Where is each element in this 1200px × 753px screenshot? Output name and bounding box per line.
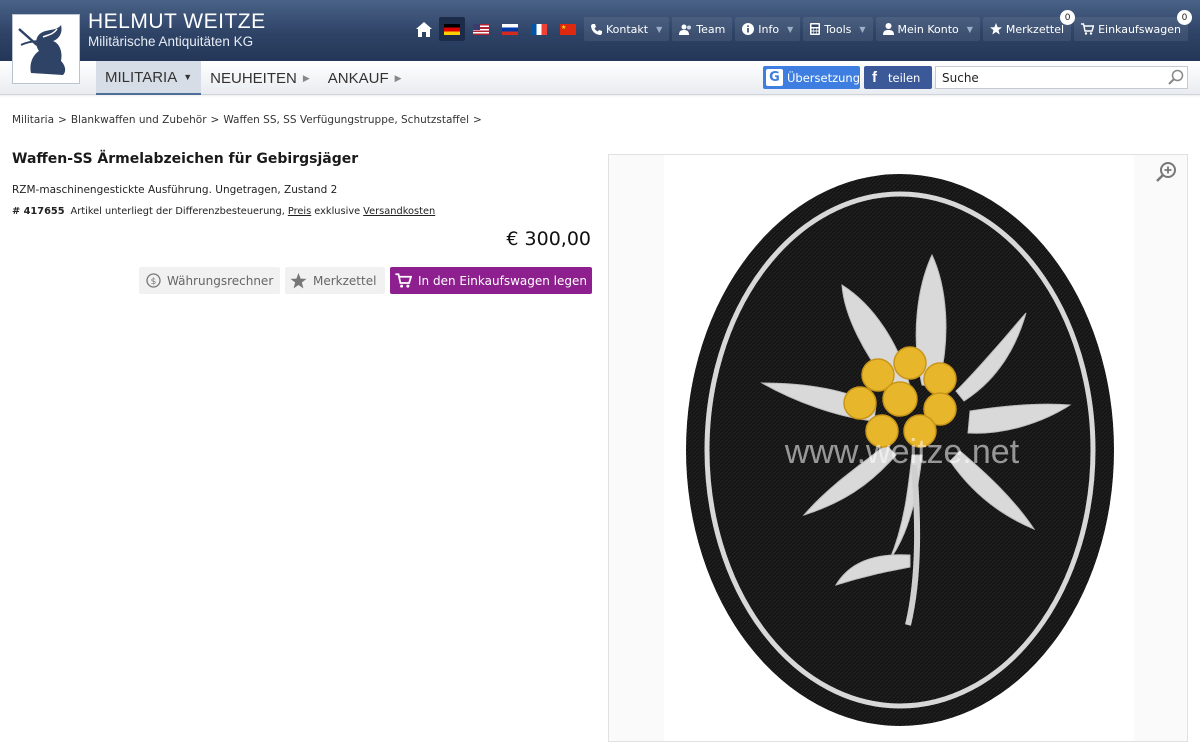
nav-neuheiten[interactable]: NEUHEITEN ▶ (201, 61, 319, 95)
product-description: RZM-maschinengestickte Ausführung. Unget… (12, 184, 338, 196)
breadcrumb-separator: > (58, 114, 67, 126)
product-image[interactable]: www.weitze.net (664, 155, 1134, 741)
dollar-circle-icon: $ (146, 273, 161, 288)
article-number: # 417655 (12, 206, 65, 217)
chevron-right-icon: ▶ (302, 72, 310, 83)
home-icon[interactable] (412, 17, 436, 41)
nav-einkaufswagen-label: Einkaufswagen (1098, 22, 1181, 36)
nav-ankauf-label: ANKAUF (327, 69, 389, 87)
chevron-down-icon: ▼ (183, 72, 193, 82)
price-link[interactable]: Preis (288, 206, 311, 217)
nav-mein-konto[interactable]: Mein Konto ▼ (875, 17, 980, 41)
chevron-right-icon: ▶ (394, 72, 402, 83)
brand-subtitle: Militärische Antiquitäten KG (88, 34, 254, 49)
nav-ankauf[interactable]: ANKAUF ▶ (319, 61, 411, 95)
breadcrumb-link-blankwaffen[interactable]: Blankwaffen und Zubehör (71, 114, 207, 126)
info-icon (742, 23, 755, 35)
nav-mein-konto-label: Mein Konto (897, 22, 959, 36)
chevron-down-icon: ▼ (656, 24, 663, 34)
nav-team[interactable]: Team (672, 17, 733, 41)
chevron-down-icon: ▼ (787, 24, 794, 34)
nav-kontakt[interactable]: Kontakt ▼ (583, 17, 670, 41)
nav-merkzettel-label: Merkzettel (1005, 22, 1065, 36)
user-icon (882, 23, 894, 35)
nav-info[interactable]: Info ▼ (735, 17, 801, 41)
breadcrumb-separator: > (210, 114, 220, 126)
breadcrumb-link-militaria[interactable]: Militaria (12, 114, 54, 126)
top-navigation: ★ Kontakt ▼ Team Info ▼ Tools ▼ Mein Kon… (412, 10, 1192, 41)
add-to-cart-label: In den Einkaufswagen legen (418, 273, 587, 288)
nav-merkzettel[interactable]: Merkzettel 0 (982, 10, 1076, 41)
breadcrumb-link-waffen-ss[interactable]: Waffen SS, SS Verfügungstruppe, Schutzst… (223, 114, 469, 126)
facebook-share-button[interactable]: f teilen (864, 66, 932, 89)
zoom-in-icon[interactable] (1155, 161, 1179, 185)
star-icon (290, 272, 307, 288)
logo[interactable] (12, 14, 80, 84)
flag-us-icon[interactable] (468, 17, 494, 41)
add-to-wishlist-button[interactable]: Merkzettel (285, 267, 385, 294)
chevron-down-icon: ▼ (966, 24, 973, 34)
cart-icon (1081, 23, 1095, 35)
wishlist-count-badge: 0 (1060, 10, 1076, 25)
cart-count-badge: 0 (1177, 10, 1192, 25)
brand-name[interactable]: HELMUT WEITZE (88, 10, 266, 34)
calculator-icon (810, 23, 821, 35)
share-label: teilen (888, 70, 921, 85)
currency-converter-button[interactable]: $ Währungsrechner (139, 267, 280, 294)
brand[interactable]: HELMUT WEITZE Militärische Antiquitäten … (88, 10, 266, 50)
breadcrumb-separator: > (473, 114, 482, 126)
header-bar: HELMUT WEITZE Militärische Antiquitäten … (0, 0, 1200, 61)
svg-text:$: $ (151, 277, 157, 287)
nav-militaria[interactable]: MILITARIA ▼ (96, 61, 202, 95)
tax-note: Artikel unterliegt der Differenzbesteuer… (70, 206, 285, 217)
product-title: Waffen-SS Ärmelabzeichen für Gebirgsjäge… (12, 151, 359, 167)
add-to-cart-button[interactable]: In den Einkaufswagen legen (390, 267, 592, 294)
wishlist-label: Merkzettel (313, 273, 377, 288)
flag-de-icon[interactable] (438, 17, 465, 41)
translate-label: Übersetzung (786, 70, 860, 85)
facebook-icon: f (872, 69, 877, 86)
breadcrumb: Militaria > Blankwaffen und Zubehör > Wa… (12, 114, 482, 126)
nav-info-label: Info (758, 22, 780, 36)
flag-ru-icon[interactable] (497, 17, 523, 41)
team-icon (679, 24, 692, 35)
flag-cn-icon[interactable]: ★ (555, 17, 581, 41)
search-icon[interactable] (1168, 69, 1184, 85)
google-icon: G (766, 69, 783, 86)
main-navigation: MILITARIA ▼ NEUHEITEN ▶ ANKAUF ▶ (96, 61, 411, 95)
nav-einkaufswagen[interactable]: Einkaufswagen 0 (1074, 10, 1192, 41)
phone-icon (590, 23, 602, 35)
chevron-down-icon: ▼ (859, 24, 866, 34)
translate-button[interactable]: G Übersetzung (763, 66, 860, 89)
product-image-frame[interactable]: www.weitze.net (608, 154, 1188, 742)
product-price: € 300,00 (506, 228, 591, 250)
search-input[interactable] (935, 66, 1188, 89)
flag-fr-icon[interactable] (526, 17, 552, 41)
nav-team-label: Team (696, 22, 726, 36)
exclusive-text: exklusive (314, 206, 361, 217)
image-watermark: www.weitze.net (784, 433, 1020, 471)
nav-tools[interactable]: Tools ▼ (803, 17, 873, 41)
shipping-link[interactable]: Versandkosten (363, 206, 435, 217)
nav-militaria-label: MILITARIA (105, 68, 178, 86)
cart-icon (395, 273, 412, 288)
article-info: # 417655 Artikel unterliegt der Differen… (12, 206, 435, 217)
currency-converter-label: Währungsrechner (167, 273, 274, 288)
nav-tools-label: Tools (824, 22, 852, 36)
nav-neuheiten-label: NEUHEITEN (210, 69, 297, 87)
nav-kontakt-label: Kontakt (605, 22, 649, 36)
star-icon (989, 23, 1002, 35)
